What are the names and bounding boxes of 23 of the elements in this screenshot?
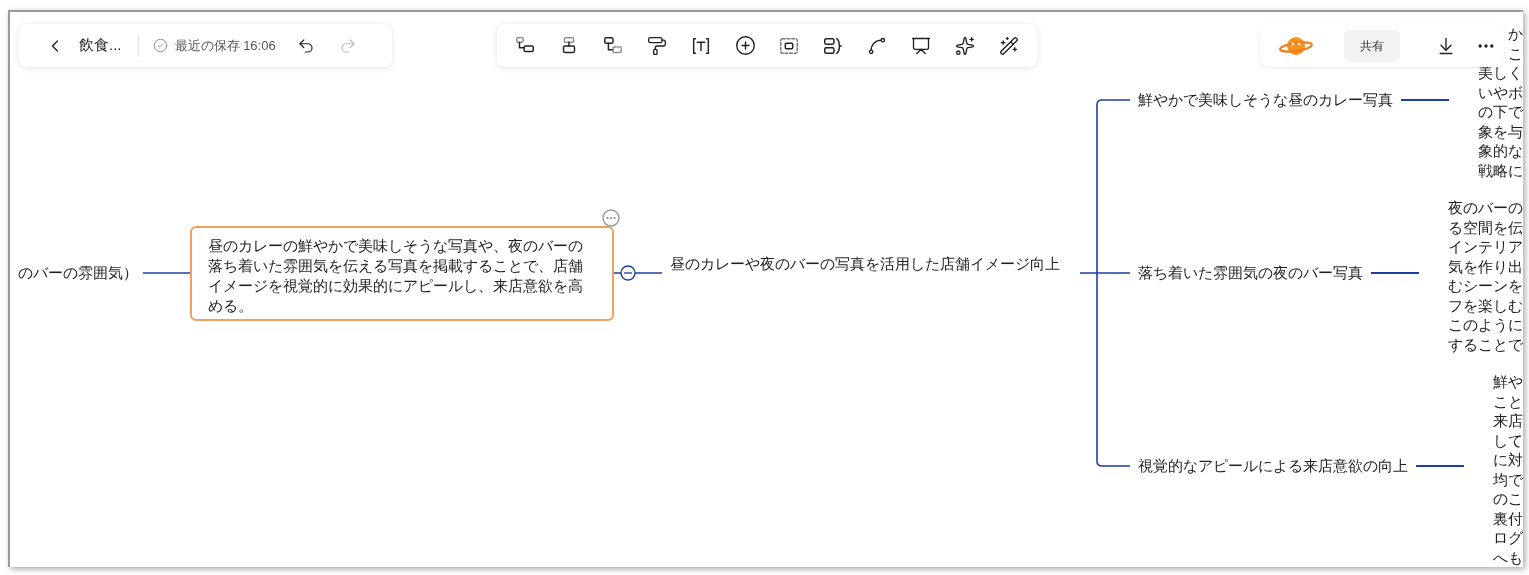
magic-wand-icon: [999, 35, 1019, 56]
node-text[interactable]: 視覚的なアピールによる来店意欲の向上: [1138, 456, 1408, 476]
node-text[interactable]: 昼のカレーや夜のバーの写真を活用した店舗イメージ向上: [670, 254, 1070, 274]
node-text[interactable]: 鮮や こと 来店 して に対 均で のこ 裏付 ログ へも: [1493, 372, 1523, 567]
node-text[interactable]: 落ち着いた雰囲気の夜のバー写真: [1138, 263, 1363, 283]
save-status: 最近の保存 16:06: [174, 36, 276, 55]
document-title[interactable]: 飲食...: [79, 34, 122, 57]
connector-line: [1416, 465, 1464, 467]
add-icon: [734, 35, 756, 56]
connector-icon: [867, 35, 887, 56]
node-text[interactable]: のバーの雰囲気）: [10, 263, 138, 283]
paint-roller-icon: [647, 35, 667, 56]
connector-line: [1401, 99, 1449, 101]
collapse-icon[interactable]: [620, 265, 636, 281]
connector-line: [1371, 272, 1419, 274]
mindmap-node[interactable]: 昼のカレーの鮮やかで美味しそうな写真や、夜のバーの落ち着いた雰囲気を伝える写真を掲載することで、店舗イメージを視覚的に効果的にアピールし、来店意欲を高める。: [190, 226, 614, 321]
comment-icon[interactable]: [602, 209, 620, 227]
node-text[interactable]: 夜のバーの る空間を伝 インテリア 気を作り出 むシーンを フを楽しむ このように することで: [1448, 198, 1523, 354]
share-button[interactable]: 共有: [1344, 29, 1400, 62]
sparkles-icon: [955, 35, 975, 56]
saved-icon: [152, 38, 168, 53]
node-text[interactable]: 鮮やかで美味しそうな昼のカレー写真: [1138, 90, 1393, 110]
presentation-icon: [911, 35, 931, 56]
